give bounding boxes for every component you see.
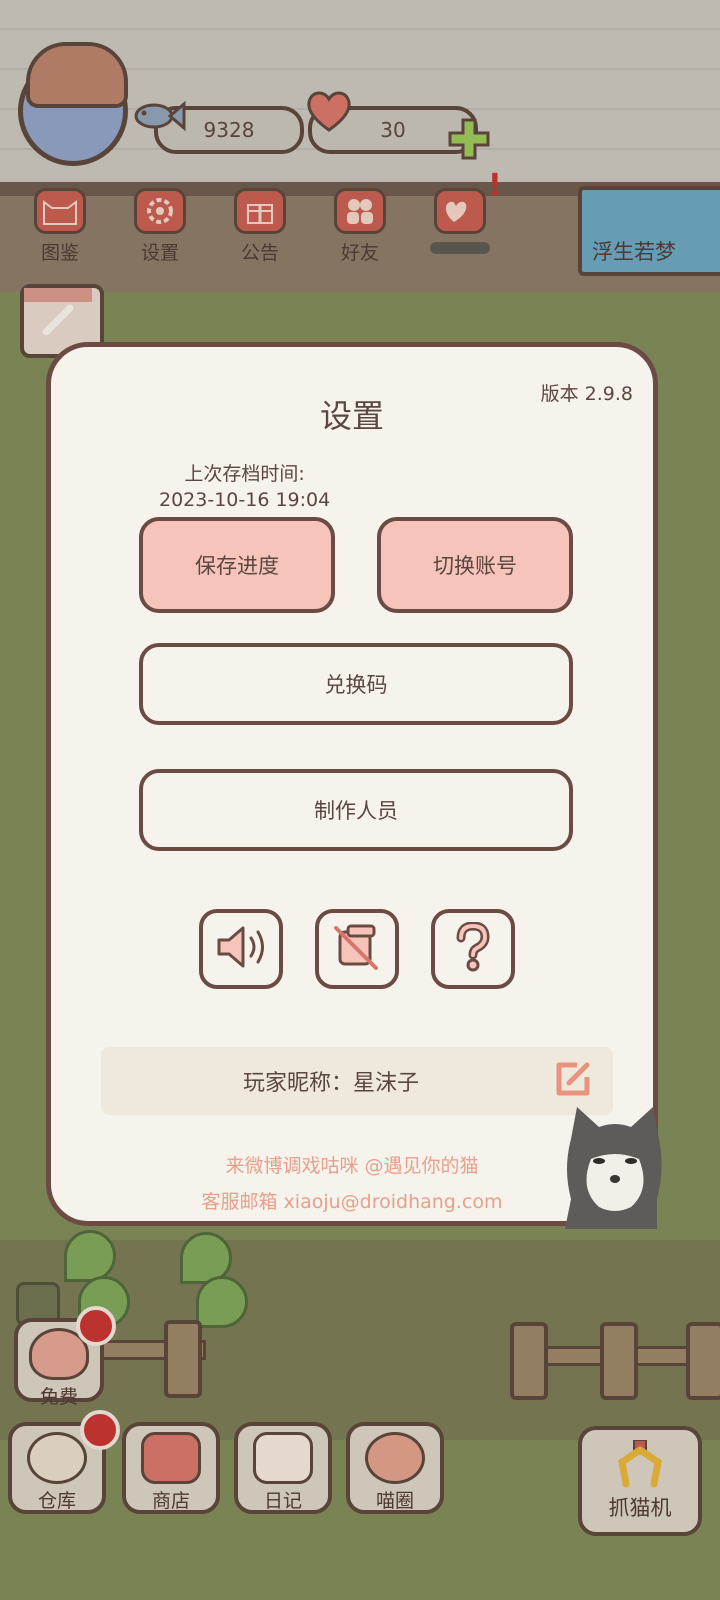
settings-dialog: 设置 版本 2.9.8 上次存档时间: 2023-10-16 19:04 保存进… xyxy=(46,342,662,1229)
last-save-info: 上次存档时间: 2023-10-16 19:04 xyxy=(159,461,330,513)
nickname-text: 玩家昵称：星沫子 xyxy=(242,1071,419,1096)
help-icon xyxy=(453,921,493,976)
redeem-code-button[interactable]: 兑换码 xyxy=(139,643,573,725)
music-muted-icon xyxy=(332,922,382,976)
help-button[interactable] xyxy=(431,909,515,989)
save-progress-button[interactable]: 保存进度 xyxy=(139,517,335,613)
speaker-icon xyxy=(213,924,269,974)
edit-icon[interactable] xyxy=(553,1059,593,1103)
version-label: 版本 2.9.8 xyxy=(540,383,633,405)
switch-account-button[interactable]: 切换账号 xyxy=(377,517,573,613)
credits-button[interactable]: 制作人员 xyxy=(139,769,573,851)
last-save-label: 上次存档时间: xyxy=(184,463,305,485)
last-save-time: 2023-10-16 19:04 xyxy=(159,489,331,511)
music-toggle-button[interactable] xyxy=(315,909,399,989)
cat-mascot-image xyxy=(561,1099,667,1229)
sound-toggle-button[interactable] xyxy=(199,909,283,989)
nickname-bar: 玩家昵称：星沫子 xyxy=(101,1047,613,1115)
